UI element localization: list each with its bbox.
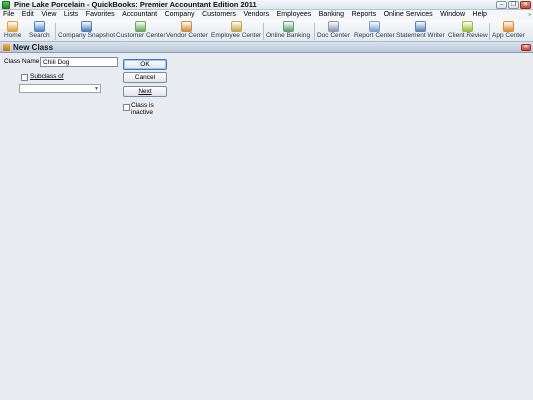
next-button[interactable]: Next bbox=[123, 86, 167, 97]
toolbar-label: Vendor Center bbox=[166, 32, 208, 39]
toolbar-online-banking-button[interactable]: Online Banking bbox=[266, 21, 310, 40]
class-inactive-label-line1: Class is bbox=[131, 102, 154, 109]
toolbar-company-snapshot-button[interactable]: Company Snapshot bbox=[58, 21, 115, 40]
toolbar-customer-center-button[interactable]: Customer Center bbox=[116, 21, 166, 40]
toolbar-separator bbox=[314, 23, 315, 40]
menu-reports[interactable]: Reports bbox=[352, 10, 377, 20]
home-icon bbox=[7, 21, 19, 32]
menu-customers[interactable]: Customers bbox=[202, 10, 236, 20]
close-button[interactable]: × bbox=[520, 1, 531, 9]
minimize-button[interactable]: – bbox=[496, 1, 507, 9]
vendor-center-icon bbox=[181, 21, 193, 32]
subclass-of-checkbox[interactable] bbox=[21, 74, 28, 81]
menu-view[interactable]: View bbox=[41, 10, 56, 20]
toolbar-label: Search bbox=[29, 32, 50, 39]
report-center-icon bbox=[368, 21, 380, 32]
menu-company[interactable]: Company bbox=[165, 10, 195, 20]
app-center-icon bbox=[502, 21, 514, 32]
toolbar-label: Employee Center bbox=[211, 32, 262, 39]
search-icon bbox=[33, 21, 45, 32]
toolbar-separator bbox=[263, 23, 264, 40]
new-class-window-header: New Class × bbox=[0, 42, 533, 53]
client-review-icon bbox=[462, 21, 474, 32]
employee-center-icon bbox=[230, 21, 242, 32]
toolbar-separator bbox=[55, 23, 56, 40]
toolbar-label: App Center bbox=[492, 32, 525, 39]
online-banking-icon bbox=[282, 21, 294, 32]
menu-window[interactable]: Window bbox=[440, 10, 465, 20]
menu-employees[interactable]: Employees bbox=[277, 10, 312, 20]
menu-lists[interactable]: Lists bbox=[64, 10, 78, 20]
class-name-input[interactable] bbox=[40, 57, 118, 67]
class-inactive-checkbox[interactable] bbox=[123, 104, 130, 111]
menu-edit[interactable]: Edit bbox=[22, 10, 34, 20]
new-class-title: New Class bbox=[13, 43, 54, 52]
menu-file[interactable]: File bbox=[3, 10, 14, 20]
menu-favorites[interactable]: Favorites bbox=[86, 10, 115, 20]
chevron-down-icon: ▼ bbox=[94, 86, 99, 92]
toolbar-home-button[interactable]: Home bbox=[4, 21, 21, 40]
new-class-form: Class Name Subclass of ▼ OK Cancel Next … bbox=[0, 53, 533, 400]
menu-bar: File Edit View Lists Favorites Accountant Comp… bbox=[0, 10, 533, 20]
menu-online-services[interactable]: Online Services bbox=[384, 10, 433, 20]
class-name-label: Class Name bbox=[4, 58, 40, 65]
ok-button[interactable]: OK bbox=[123, 59, 167, 70]
toolbar-doc-center-button[interactable]: Doc Center bbox=[317, 21, 350, 40]
toolbar-label: Report Center bbox=[354, 32, 395, 39]
title-bar: Pine Lake Porcelain - QuickBooks: Premie… bbox=[0, 0, 533, 10]
icon-toolbar: Home Search Company Snapshot Customer Cente… bbox=[0, 20, 533, 42]
next-button-label: Next bbox=[138, 88, 152, 95]
toolbar-label: Online Banking bbox=[266, 32, 311, 39]
customer-center-icon bbox=[135, 21, 147, 32]
toolbar-vendor-center-button[interactable]: Vendor Center bbox=[166, 21, 208, 40]
window-title: Pine Lake Porcelain - QuickBooks: Premie… bbox=[14, 0, 257, 9]
toolbar-label: Doc Center bbox=[317, 32, 350, 39]
menu-accountant[interactable]: Accountant bbox=[122, 10, 157, 20]
class-inactive-label-line2: inactive bbox=[131, 109, 154, 116]
subclass-of-label-text: Subclass of bbox=[30, 73, 64, 80]
toolbar-employee-center-button[interactable]: Employee Center bbox=[211, 21, 261, 40]
toolbar-label: Home bbox=[4, 32, 22, 39]
toolbar-label: Company Snapshot bbox=[58, 32, 116, 39]
toolbar-separator bbox=[489, 23, 490, 40]
statement-writer-icon bbox=[414, 21, 426, 32]
toolbar-client-review-button[interactable]: Client Review bbox=[448, 21, 488, 40]
doc-center-icon bbox=[327, 21, 339, 32]
toolbar-search-button[interactable]: Search bbox=[29, 21, 50, 40]
menu-vendors[interactable]: Vendors bbox=[243, 10, 269, 20]
toolbar-label: Customer Center bbox=[116, 32, 166, 39]
toolbar-label: Client Review bbox=[448, 32, 488, 39]
restore-button[interactable]: ❐ bbox=[508, 1, 519, 9]
toolbar-label: Statement Writer bbox=[396, 32, 445, 39]
subclass-of-dropdown[interactable]: ▼ bbox=[19, 84, 101, 93]
toolbar-statement-writer-button[interactable]: Statement Writer bbox=[396, 21, 445, 40]
new-class-window-icon bbox=[3, 44, 10, 51]
subclass-of-label: Subclass of bbox=[30, 73, 64, 80]
toolbar-app-center-button[interactable]: App Center bbox=[492, 21, 525, 40]
quickbooks-app-icon bbox=[2, 1, 10, 9]
window-controls: – ❐ × bbox=[496, 1, 531, 9]
new-class-close-button[interactable]: × bbox=[521, 44, 531, 51]
toolbar-report-center-button[interactable]: Report Center bbox=[354, 21, 395, 40]
menu-help[interactable]: Help bbox=[473, 10, 487, 20]
menu-banking[interactable]: Banking bbox=[319, 10, 344, 20]
company-snapshot-icon bbox=[81, 21, 93, 32]
menu-overflow-chevron-icon[interactable]: » bbox=[528, 10, 531, 20]
cancel-button[interactable]: Cancel bbox=[123, 72, 167, 83]
